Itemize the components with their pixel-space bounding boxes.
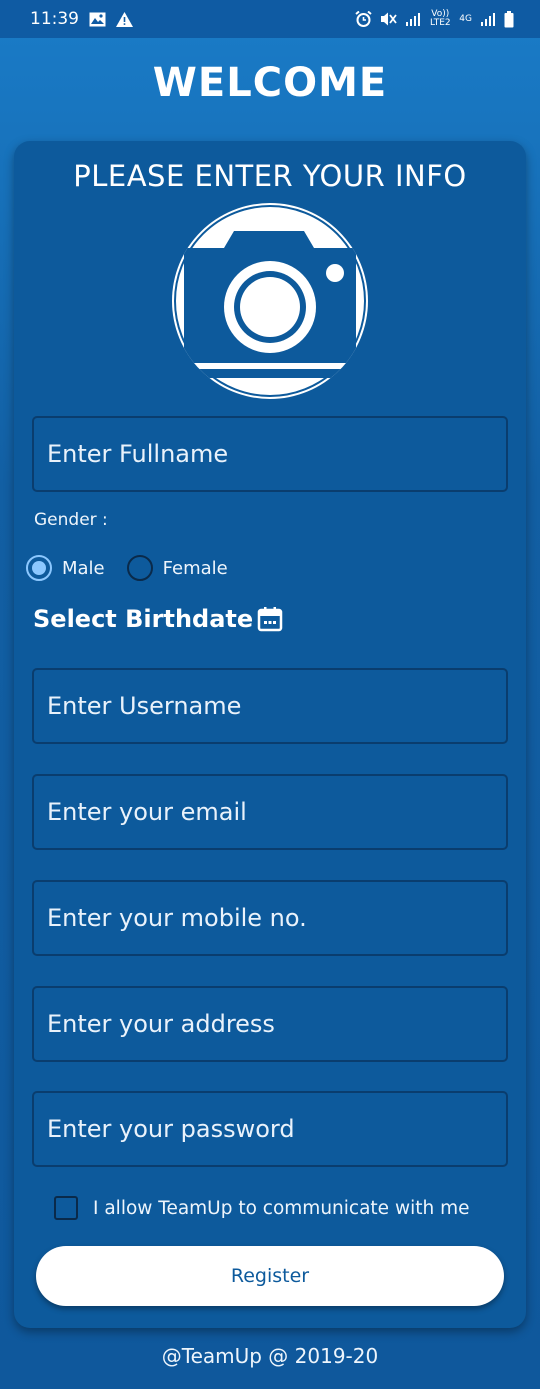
mute-icon	[380, 11, 398, 27]
network-label-lte: Vo)) LTE2	[429, 9, 451, 28]
username-input[interactable]: Enter Username	[32, 668, 508, 744]
calendar-icon[interactable]	[257, 606, 283, 632]
form-title: PLEASE ENTER YOUR INFO	[73, 159, 467, 193]
consent-row[interactable]: I allow TeamUp to communicate with me	[54, 1196, 469, 1220]
alert-icon	[116, 11, 133, 27]
profile-photo-picker[interactable]	[172, 203, 368, 399]
alarm-icon	[355, 11, 372, 27]
gender-label: Gender :	[34, 510, 108, 530]
fullname-input[interactable]: Enter Fullname	[32, 416, 508, 492]
password-input[interactable]: Enter your password	[32, 1091, 508, 1167]
page-title: WELCOME	[152, 60, 388, 106]
gender-female-radio[interactable]	[126, 555, 153, 581]
status-time: 11:39	[30, 9, 79, 29]
email-input[interactable]: Enter your email	[32, 774, 508, 850]
network-label-4g: 4G	[459, 14, 472, 24]
birthdate-label[interactable]: Select Birthdate	[33, 605, 253, 633]
battery-icon	[504, 10, 514, 28]
register-button[interactable]: Register	[36, 1246, 504, 1306]
gender-male-label[interactable]: Male	[62, 558, 105, 579]
address-input[interactable]: Enter your address	[32, 986, 508, 1062]
status-bar: 11:39 Vo)) LTE2 4G	[0, 0, 540, 38]
camera-icon	[174, 205, 366, 397]
signal-icon	[480, 12, 496, 26]
registration-card: PLEASE ENTER YOUR INFO Enter Fullname Ge…	[14, 141, 526, 1328]
mobile-input[interactable]: Enter your mobile no.	[32, 880, 508, 956]
gender-radio-group: Male Female	[26, 555, 250, 581]
birthdate-picker[interactable]: Select Birthdate	[33, 605, 283, 633]
consent-label[interactable]: I allow TeamUp to communicate with me	[93, 1198, 469, 1219]
gender-male-radio[interactable]	[26, 555, 52, 581]
consent-checkbox[interactable]	[54, 1196, 78, 1220]
gender-female-label[interactable]: Female	[163, 558, 228, 579]
image-icon	[89, 12, 106, 27]
signal-icon	[405, 12, 421, 26]
footer-copyright: @TeamUp @ 2019-20	[161, 1344, 379, 1368]
